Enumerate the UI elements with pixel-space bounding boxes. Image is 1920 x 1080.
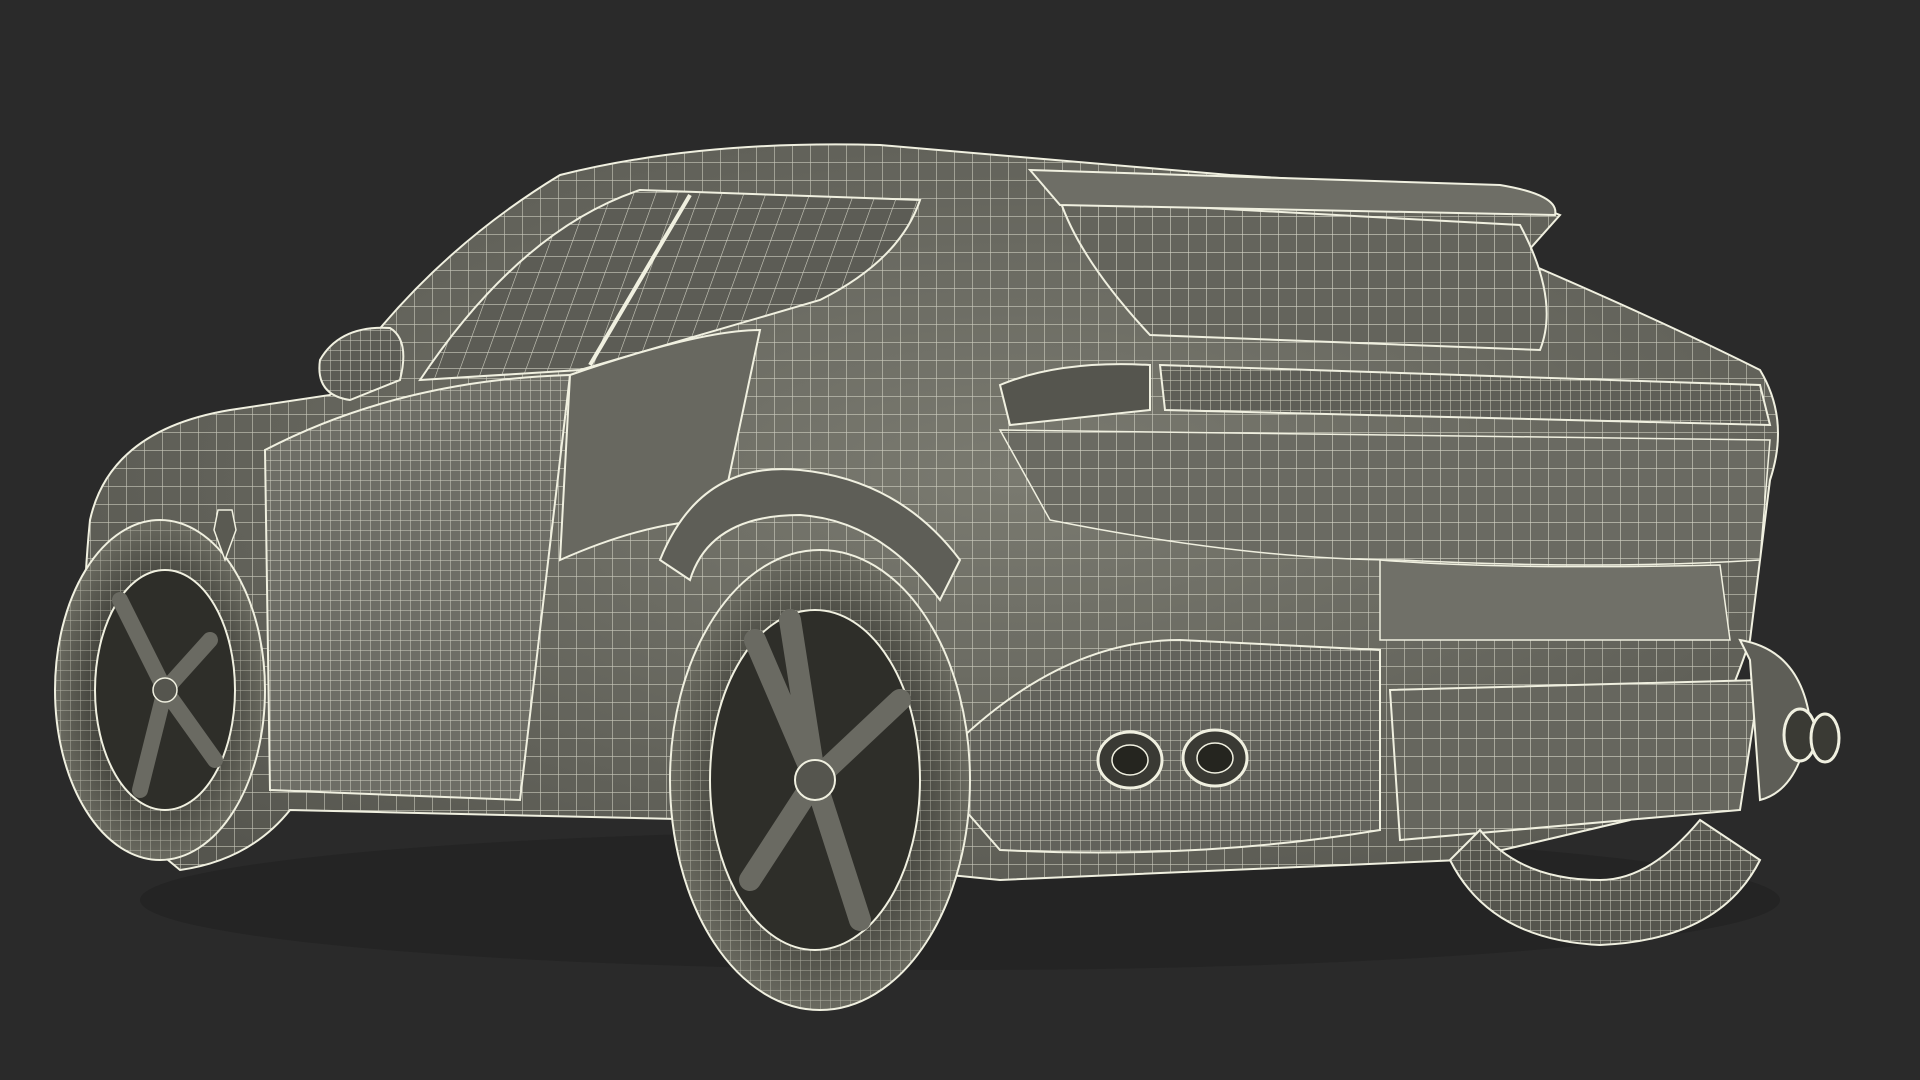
car-wireframe-render: [54, 143, 1841, 1011]
rear-wheel: [669, 549, 971, 1011]
exhaust-tip-right-2: [1809, 712, 1841, 764]
render-viewport[interactable]: [0, 0, 1920, 1080]
front-wheel: [54, 519, 266, 861]
